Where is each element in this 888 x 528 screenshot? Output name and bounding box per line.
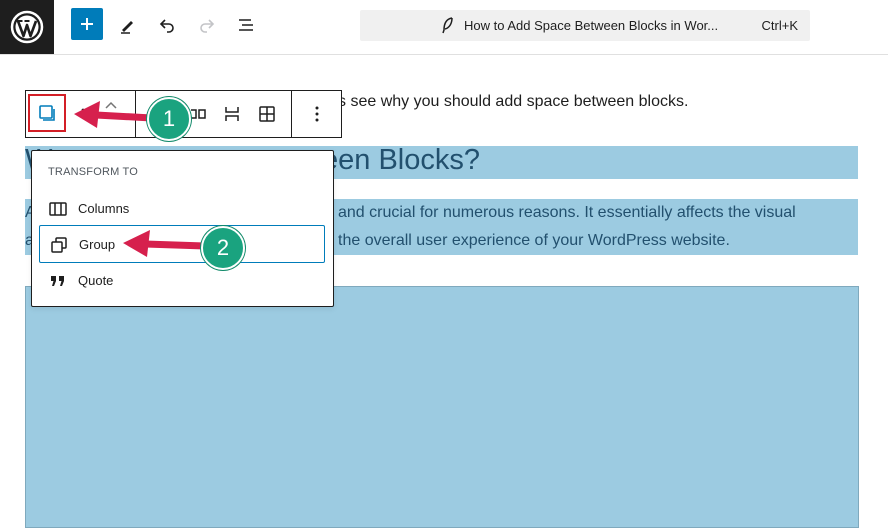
- annotation-overlay: [74, 101, 209, 257]
- step-badge-2: 2: [201, 226, 245, 270]
- arrow-1: [74, 101, 156, 128]
- arrow-2: [123, 230, 209, 257]
- step-badge-1: 1: [147, 97, 191, 141]
